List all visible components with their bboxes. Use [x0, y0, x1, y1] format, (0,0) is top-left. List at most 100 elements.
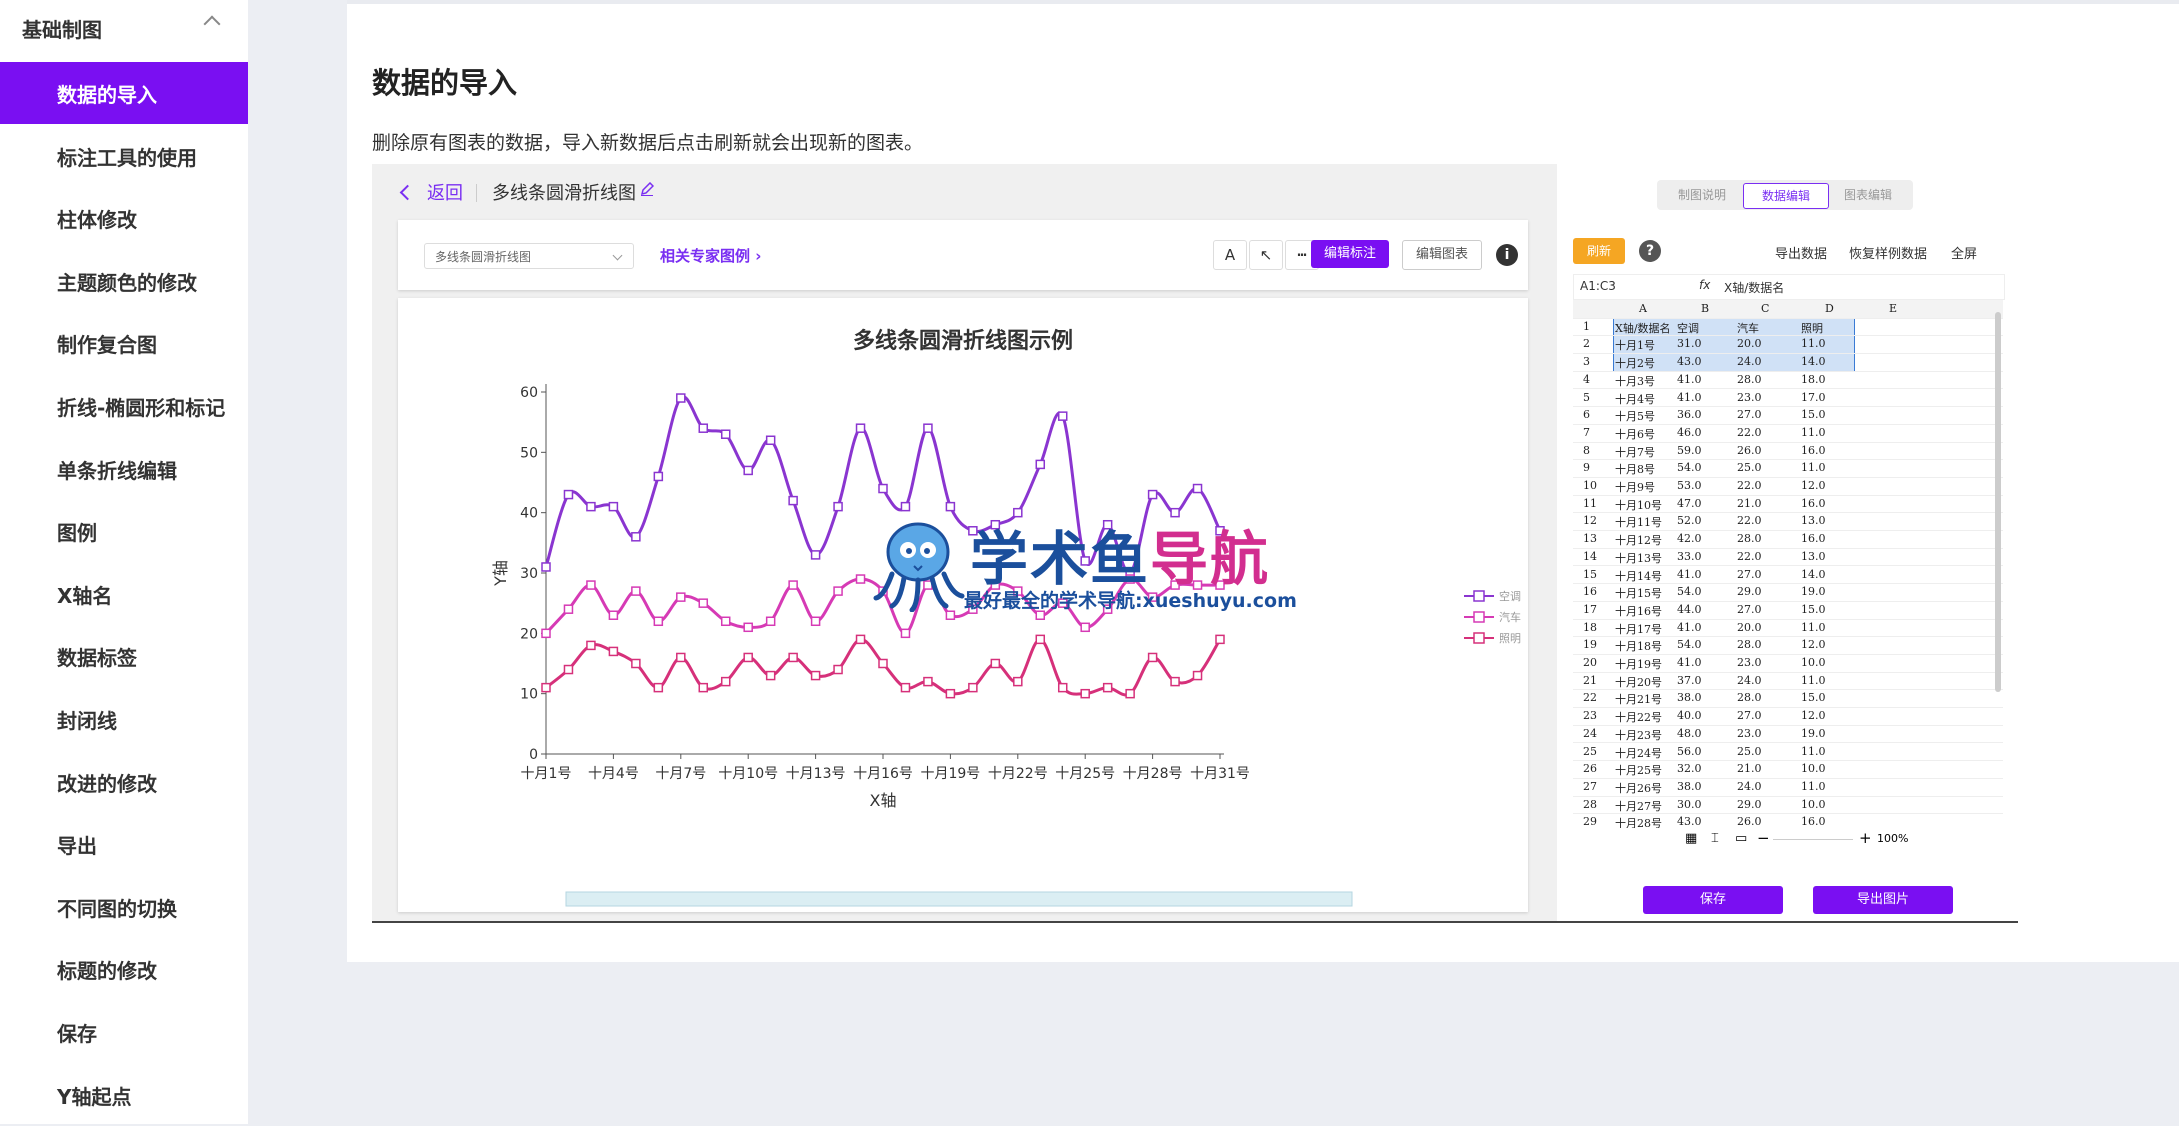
- export-image-button[interactable]: 导出图片: [1813, 886, 1953, 914]
- table-cell[interactable]: 27.0: [1737, 568, 1762, 581]
- expert-examples-link[interactable]: 相关专家图例 ›: [660, 245, 761, 266]
- table-cell[interactable]: 54.0: [1677, 461, 1702, 474]
- table-cell[interactable]: 28.0: [1737, 373, 1762, 386]
- table-cell[interactable]: 41.0: [1677, 373, 1702, 386]
- table-cell[interactable]: 15.0: [1801, 408, 1826, 421]
- edit-chart-button[interactable]: 编辑图表: [1402, 240, 1482, 270]
- table-cell[interactable]: 37.0: [1677, 674, 1702, 687]
- table-cell[interactable]: 38.0: [1677, 691, 1702, 704]
- table-cell[interactable]: 13.0: [1801, 550, 1826, 563]
- table-cell[interactable]: X轴/数据名: [1615, 320, 1671, 336]
- table-cell[interactable]: 21.0: [1737, 497, 1762, 510]
- table-cell[interactable]: 12.0: [1801, 709, 1826, 722]
- table-cell[interactable]: 十月24号: [1615, 745, 1662, 761]
- sidebar-item-0[interactable]: 数据的导入: [0, 62, 248, 124]
- table-cell[interactable]: 27.0: [1737, 603, 1762, 616]
- table-cell[interactable]: 53.0: [1677, 479, 1702, 492]
- column-header-C[interactable]: C: [1761, 302, 1769, 315]
- table-cell[interactable]: 41.0: [1677, 656, 1702, 669]
- table-cell[interactable]: 54.0: [1677, 585, 1702, 598]
- table-cell[interactable]: 11.0: [1801, 461, 1826, 474]
- table-cell[interactable]: 43.0: [1677, 355, 1702, 368]
- table-cell[interactable]: 十月7号: [1615, 444, 1655, 460]
- vertical-scrollbar[interactable]: [1995, 312, 2001, 692]
- table-cell[interactable]: 19.0: [1801, 727, 1826, 740]
- table-cell[interactable]: 23.0: [1737, 656, 1762, 669]
- table-cell[interactable]: 22.0: [1737, 514, 1762, 527]
- table-cell[interactable]: 14.0: [1801, 355, 1826, 368]
- table-cell[interactable]: 25.0: [1737, 745, 1762, 758]
- table-cell[interactable]: 16.0: [1801, 497, 1826, 510]
- table-cell[interactable]: 41.0: [1677, 621, 1702, 634]
- sidebar-item-1[interactable]: 标注工具的使用: [0, 125, 248, 187]
- table-cell[interactable]: 17.0: [1801, 391, 1826, 404]
- table-cell[interactable]: 11.0: [1801, 780, 1826, 793]
- info-icon[interactable]: i: [1496, 244, 1518, 266]
- zoom-slider[interactable]: [1773, 839, 1853, 840]
- back-link[interactable]: 返回: [427, 179, 463, 205]
- table-cell[interactable]: 十月4号: [1615, 391, 1655, 407]
- table-cell[interactable]: 十月2号: [1615, 355, 1655, 371]
- sidebar-item-2[interactable]: 柱体修改: [0, 187, 248, 249]
- table-cell[interactable]: 十月26号: [1615, 780, 1662, 796]
- tab-instructions[interactable]: 制图说明: [1660, 183, 1744, 207]
- table-cell[interactable]: 44.0: [1677, 603, 1702, 616]
- column-header-E[interactable]: E: [1889, 302, 1897, 315]
- chart-type-select[interactable]: 多线条圆滑折线图: [424, 243, 634, 269]
- table-cell[interactable]: 汽车: [1737, 320, 1759, 336]
- table-cell[interactable]: 空调: [1677, 320, 1699, 336]
- table-cell[interactable]: 十月21号: [1615, 691, 1662, 707]
- table-cell[interactable]: 11.0: [1801, 745, 1826, 758]
- table-cell[interactable]: 十月23号: [1615, 727, 1662, 743]
- sidebar-item-14[interactable]: 标题的修改: [0, 938, 248, 1000]
- table-cell[interactable]: 十月1号: [1615, 337, 1655, 353]
- table-cell[interactable]: 11.0: [1801, 621, 1826, 634]
- table-cell[interactable]: 28.0: [1737, 691, 1762, 704]
- table-cell[interactable]: 19.0: [1801, 585, 1826, 598]
- table-cell[interactable]: 41.0: [1677, 391, 1702, 404]
- text-tool-button[interactable]: A: [1213, 240, 1247, 270]
- table-cell[interactable]: 24.0: [1737, 674, 1762, 687]
- table-cell[interactable]: 29.0: [1737, 585, 1762, 598]
- tab-chart-edit[interactable]: 图表编辑: [1826, 183, 1910, 207]
- tab-data-edit[interactable]: 数据编辑: [1743, 183, 1829, 209]
- table-cell[interactable]: 14.0: [1801, 568, 1826, 581]
- export-data-link[interactable]: 导出数据: [1775, 243, 1827, 262]
- fullscreen-link[interactable]: 全屏: [1951, 243, 1977, 262]
- zoom-in-icon[interactable]: +: [1859, 829, 1872, 847]
- column-header-A[interactable]: A: [1639, 302, 1647, 315]
- sidebar-item-5[interactable]: 折线-椭圆形和标记: [0, 375, 248, 437]
- table-cell[interactable]: 十月12号: [1615, 532, 1662, 548]
- table-cell[interactable]: 十月19号: [1615, 656, 1662, 672]
- table-cell[interactable]: 30.0: [1677, 798, 1702, 811]
- table-cell[interactable]: 23.0: [1737, 727, 1762, 740]
- table-cell[interactable]: 10.0: [1801, 762, 1826, 775]
- column-header-D[interactable]: D: [1825, 302, 1834, 315]
- zoom-out-icon[interactable]: −: [1757, 829, 1770, 847]
- table-cell[interactable]: 21.0: [1737, 762, 1762, 775]
- table-cell[interactable]: 28.0: [1737, 532, 1762, 545]
- restore-sample-link[interactable]: 恢复样例数据: [1849, 243, 1927, 262]
- table-cell[interactable]: 38.0: [1677, 780, 1702, 793]
- sidebar-item-12[interactable]: 导出: [0, 813, 248, 875]
- table-cell[interactable]: 54.0: [1677, 638, 1702, 651]
- table-cell[interactable]: 10.0: [1801, 798, 1826, 811]
- cell-reference[interactable]: A1:C3: [1580, 279, 1616, 293]
- table-cell[interactable]: 32.0: [1677, 762, 1702, 775]
- table-cell[interactable]: 24.0: [1737, 355, 1762, 368]
- table-cell[interactable]: 16.0: [1801, 815, 1826, 828]
- table-cell[interactable]: 十月16号: [1615, 603, 1662, 619]
- table-cell[interactable]: 15.0: [1801, 603, 1826, 616]
- table-cell[interactable]: 22.0: [1737, 426, 1762, 439]
- table-cell[interactable]: 十月13号: [1615, 550, 1662, 566]
- table-cell[interactable]: 11.0: [1801, 674, 1826, 687]
- table-cell[interactable]: 十月8号: [1615, 461, 1655, 477]
- page-break-icon[interactable]: ⌶: [1711, 831, 1719, 846]
- table-cell[interactable]: 46.0: [1677, 426, 1702, 439]
- table-cell[interactable]: 27.0: [1737, 709, 1762, 722]
- sidebar-item-7[interactable]: 图例: [0, 500, 248, 562]
- edit-mark-button[interactable]: 编辑标注: [1311, 240, 1389, 268]
- table-cell[interactable]: 十月18号: [1615, 638, 1662, 654]
- table-cell[interactable]: 16.0: [1801, 444, 1826, 457]
- table-cell[interactable]: 25.0: [1737, 461, 1762, 474]
